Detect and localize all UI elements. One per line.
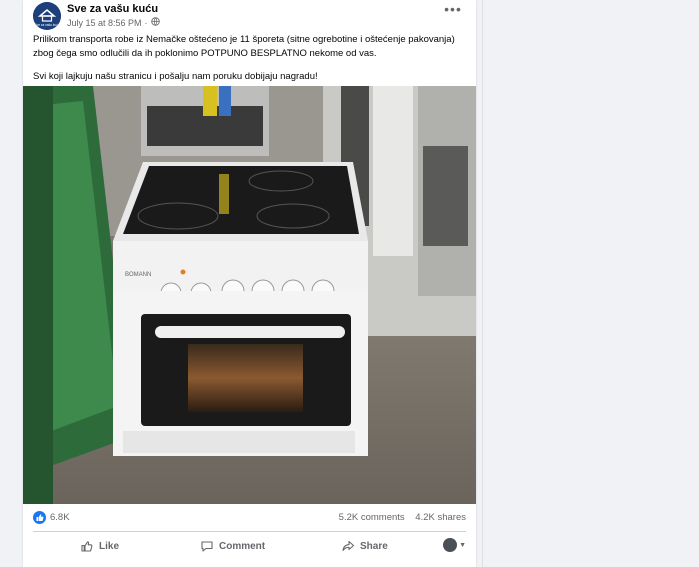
profile-avatar-icon <box>443 538 458 552</box>
post-actions-bar: Like Comment Share ▼ <box>33 535 466 557</box>
likes-count[interactable]: 6.8K <box>50 512 70 523</box>
actions-divider <box>33 531 466 532</box>
shares-count[interactable]: 4.2K shares <box>415 512 466 523</box>
post-photo[interactable]: BOMANN <box>23 86 476 504</box>
post-meta: July 15 at 8:56 PM · <box>67 17 160 28</box>
share-arrow-icon <box>341 539 355 553</box>
share-button-label: Share <box>360 540 388 552</box>
dot-separator: · <box>144 17 148 28</box>
engagement-stats: 5.2K comments 4.2K shares <box>331 512 466 523</box>
page-name-link[interactable]: Sve za vašu kuću <box>67 3 158 15</box>
page-avatar[interactable]: Sve za vašu kuću <box>33 2 61 30</box>
post-text: Prilikom transporta robe iz Nemačke ošte… <box>33 33 465 93</box>
post-stats: 6.8K 5.2K comments 4.2K shares <box>33 510 466 526</box>
avatar-logo-text: Sve za vašu kuću <box>35 23 60 27</box>
like-reaction-icon[interactable] <box>33 511 46 524</box>
comment-button[interactable]: Comment <box>200 535 265 557</box>
comments-count[interactable]: 5.2K comments <box>339 512 405 523</box>
post-header: Sve za vašu kuću Sve za vašu kuću July 1… <box>33 2 466 30</box>
thumbs-up-icon <box>80 539 94 553</box>
reaction-profile-selector[interactable]: ▼ <box>443 538 466 552</box>
stove-photo-image: BOMANN <box>23 86 476 504</box>
column-divider <box>482 0 483 567</box>
comment-bubble-icon <box>200 539 214 553</box>
post-timestamp[interactable]: July 15 at 8:56 PM <box>67 18 142 28</box>
stove-brand-label: BOMANN <box>125 272 151 278</box>
post-text-paragraph-2: Svi koji lajkuju našu stranicu i pošalju… <box>33 71 318 82</box>
like-button[interactable]: Like <box>80 535 119 557</box>
share-button[interactable]: Share <box>341 535 388 557</box>
globe-icon <box>150 17 160 28</box>
more-options-icon[interactable]: ••• <box>442 2 464 22</box>
caret-down-icon: ▼ <box>459 541 466 549</box>
post-text-paragraph-1: Prilikom transporta robe iz Nemačke ošte… <box>33 34 455 59</box>
post-card: Sve za vašu kuću Sve za vašu kuću July 1… <box>23 0 476 567</box>
comment-button-label: Comment <box>219 540 266 552</box>
like-button-label: Like <box>99 540 120 552</box>
